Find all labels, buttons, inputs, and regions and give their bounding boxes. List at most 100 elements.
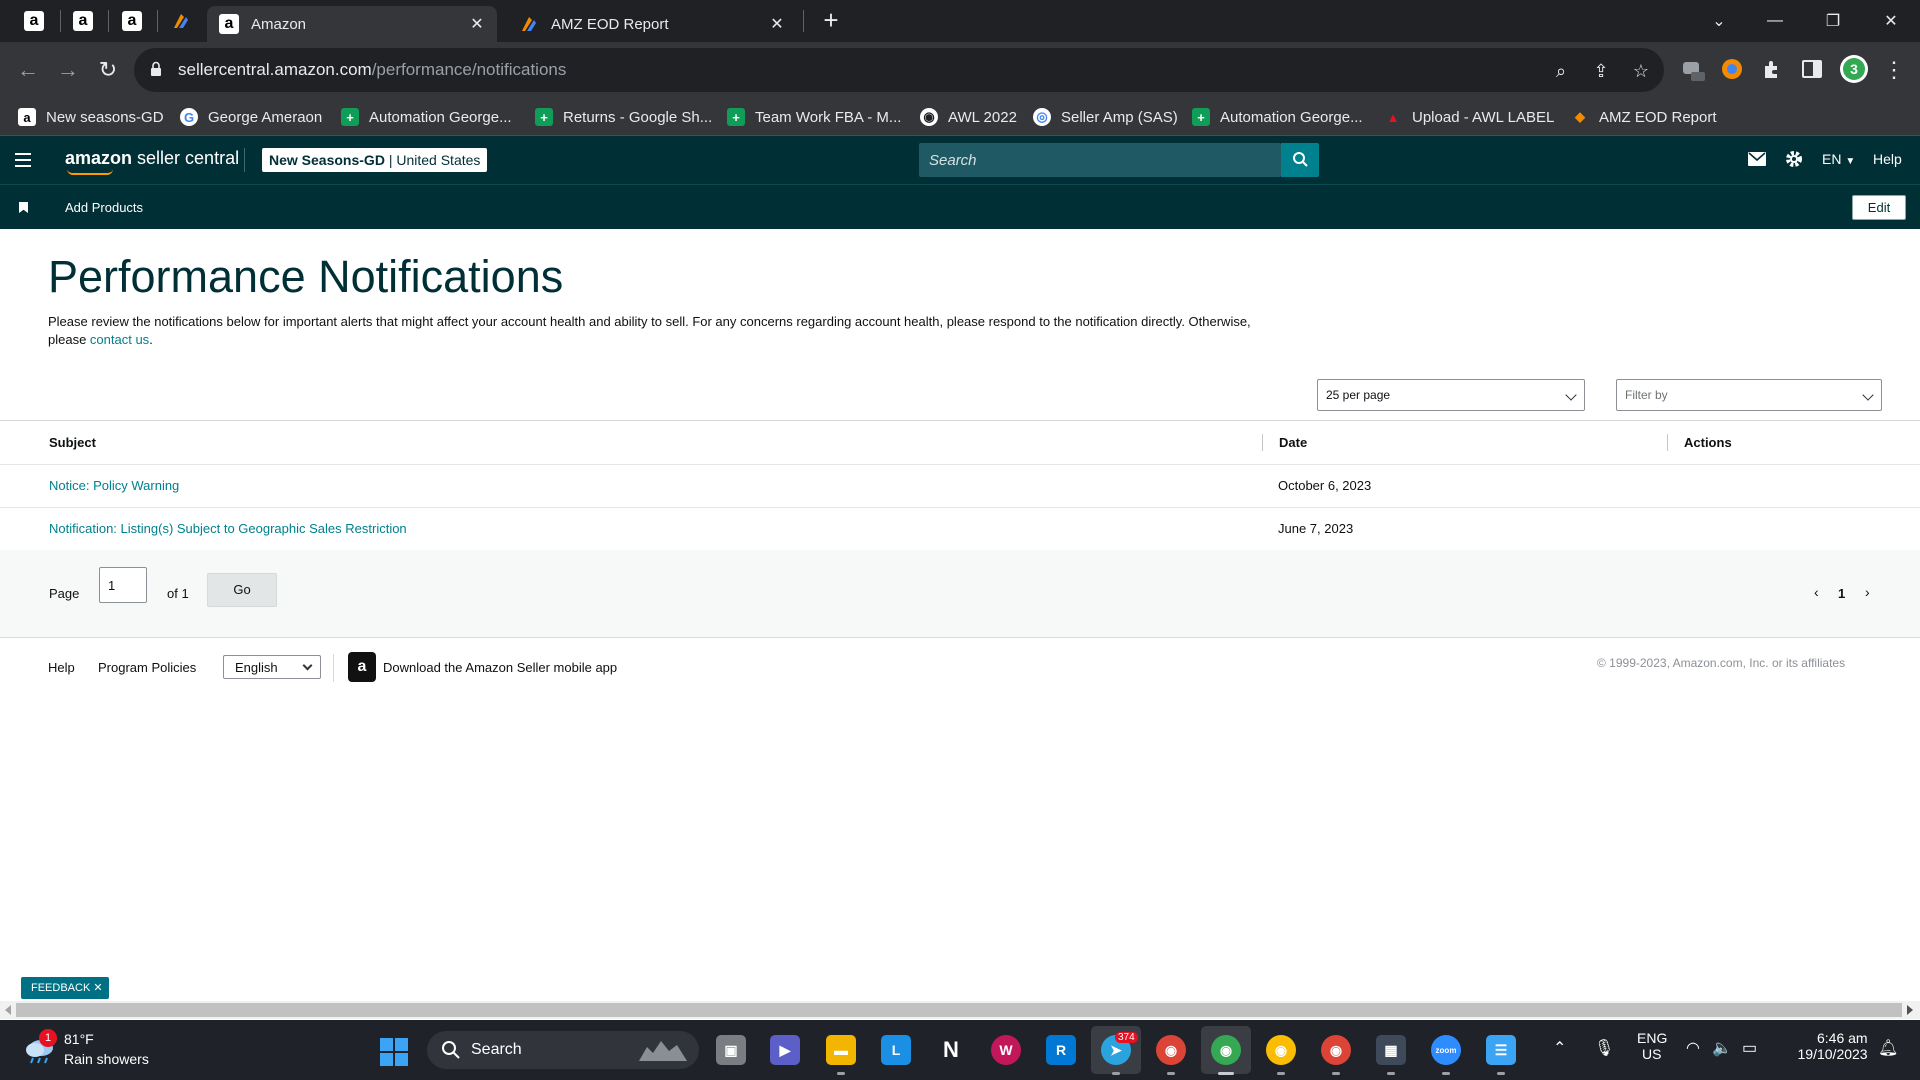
scrollbar-thumb[interactable] (16, 1003, 1902, 1017)
tab-amazon[interactable]: a Amazon ✕ (207, 6, 497, 42)
windows-start-icon[interactable] (380, 1038, 408, 1066)
column-date[interactable]: Date (1279, 421, 1307, 463)
l-app-icon[interactable]: L (881, 1035, 911, 1065)
store-switcher[interactable]: New Seasons-GD | United States (262, 148, 488, 172)
tab-eod-report[interactable]: AMZ EOD Report ✕ (507, 6, 797, 42)
download-app-link[interactable]: Download the Amazon Seller mobile app (383, 660, 617, 675)
search-input[interactable] (919, 143, 1281, 177)
footer-help-link[interactable]: Help (48, 660, 75, 675)
close-window-button[interactable]: ✕ (1868, 0, 1914, 42)
microphone-icon[interactable]: 🎙 (1594, 1038, 1614, 1058)
side-panel-icon[interactable] (1801, 58, 1823, 80)
per-page-select[interactable]: 25 per page (1317, 379, 1585, 411)
bookmark-item[interactable]: a New seasons-GD (18, 107, 164, 127)
chrome-icon[interactable]: ◉ (1211, 1035, 1241, 1065)
help-link[interactable]: Help (1873, 151, 1902, 167)
notification-bell-icon[interactable]: 🔔︎ (1878, 1038, 1898, 1058)
notion-app-icon[interactable]: N (936, 1035, 966, 1065)
amazon-app-icon[interactable]: a (348, 652, 376, 682)
scroll-right-icon[interactable] (1907, 1005, 1913, 1015)
battery-icon[interactable]: ▭ (1742, 1038, 1757, 1058)
extension-off-icon[interactable] (1680, 56, 1706, 82)
page-number-input[interactable] (99, 567, 147, 603)
bookmark-item[interactable]: + Team Work FBA - M... (727, 107, 901, 127)
close-icon[interactable]: ✕ (469, 14, 485, 34)
bookmark-item[interactable]: ▲ Upload - AWL LABEL (1384, 107, 1555, 127)
current-page[interactable]: 1 (1838, 586, 1845, 601)
bookmark-item[interactable]: + Automation George... (1192, 107, 1363, 127)
language-select[interactable]: English (223, 655, 321, 679)
notepad-icon[interactable]: ☰ (1486, 1035, 1516, 1065)
notification-link[interactable]: Notification: Listing(s) Subject to Geog… (49, 521, 407, 536)
bookmark-item[interactable]: + Automation George... (341, 107, 512, 127)
profile-avatar[interactable]: 3 (1839, 54, 1869, 84)
pinned-tab-amazon-2[interactable]: a (59, 0, 107, 42)
input-language[interactable]: ENG US (1637, 1030, 1667, 1062)
extension-orange-icon[interactable] (1721, 58, 1743, 80)
chrome-icon[interactable]: ◉ (1321, 1035, 1351, 1065)
running-indicator (1442, 1072, 1450, 1075)
r-app-icon[interactable]: R (1046, 1035, 1076, 1065)
pinned-tab-report[interactable] (157, 0, 205, 42)
temperature[interactable]: 81°F (64, 1031, 94, 1047)
gear-icon[interactable] (1785, 150, 1803, 168)
task-view-icon[interactable]: ▣ (716, 1035, 746, 1065)
teams-icon[interactable]: ▶ (770, 1035, 800, 1065)
reload-icon[interactable]: ↻ (94, 56, 122, 84)
bookmark-icon[interactable] (19, 202, 28, 213)
new-tab-button[interactable]: + (818, 7, 844, 34)
bookmark-item[interactable]: G George Ameraon (180, 107, 322, 127)
zoom-icon[interactable]: zoom (1431, 1035, 1461, 1065)
menu-icon[interactable] (15, 153, 31, 167)
forward-icon[interactable]: → (54, 56, 82, 84)
pinned-tab-amazon-3[interactable]: a (108, 0, 156, 42)
program-policies-link[interactable]: Program Policies (98, 660, 196, 675)
minimize-button[interactable]: — (1752, 0, 1798, 42)
bookmark-item[interactable]: + Returns - Google Sh... (535, 107, 712, 127)
bookmark-item[interactable]: ◆ AMZ EOD Report (1571, 107, 1717, 127)
edit-button[interactable]: Edit (1852, 195, 1906, 220)
sheets-icon: + (535, 108, 553, 126)
language-switcher[interactable]: EN ▼ (1822, 151, 1855, 167)
pinned-tab-amazon-1[interactable]: a (10, 0, 58, 42)
calculator-icon[interactable]: ▦ (1376, 1035, 1406, 1065)
previous-page-icon[interactable]: ‹ (1814, 584, 1819, 600)
address-bar[interactable]: sellercentral.amazon.com/performance/not… (134, 48, 1664, 92)
close-icon[interactable]: ✕ (93, 982, 102, 994)
back-icon[interactable]: ← (14, 56, 42, 84)
scroll-left-icon[interactable] (5, 1005, 11, 1015)
filter-placeholder: Filter by (1625, 388, 1668, 402)
file-explorer-icon[interactable]: ▬ (826, 1035, 856, 1065)
seller-central-logo[interactable]: amazon seller central (65, 148, 239, 175)
clock[interactable]: 6:46 am 19/10/2023 (1794, 1030, 1868, 1062)
horizontal-scrollbar[interactable] (0, 1001, 1920, 1019)
notification-link[interactable]: Notice: Policy Warning (49, 478, 179, 493)
chrome-icon[interactable]: ◉ (1156, 1035, 1186, 1065)
next-page-icon[interactable]: › (1865, 584, 1870, 600)
zoom-icon[interactable]: ⌕ (1550, 60, 1572, 82)
volume-icon[interactable]: 🔈 (1712, 1038, 1732, 1058)
extensions-puzzle-icon[interactable] (1761, 58, 1783, 80)
tab-search-icon[interactable]: ⌄ (1696, 0, 1742, 42)
bookmark-item[interactable]: ◎ Seller Amp (SAS) (1033, 107, 1178, 127)
taskbar-search[interactable]: Search (427, 1031, 699, 1069)
filter-select[interactable]: Filter by (1616, 379, 1882, 411)
contact-us-link[interactable]: contact us (90, 332, 149, 347)
chrome-menu-icon[interactable]: ⋮ (1880, 56, 1908, 84)
show-hidden-icons-icon[interactable]: ⌃ (1553, 1038, 1566, 1058)
restore-button[interactable]: ❐ (1810, 0, 1856, 42)
close-icon[interactable]: ✕ (769, 14, 785, 34)
search-button[interactable] (1281, 143, 1319, 177)
weather-condition[interactable]: Rain showers (64, 1051, 149, 1067)
column-subject[interactable]: Subject (49, 421, 96, 463)
bookmark-star-icon[interactable]: ☆ (1630, 60, 1652, 82)
bookmark-item[interactable]: ◉ AWL 2022 (920, 107, 1017, 127)
wifi-icon[interactable]: ◠ (1686, 1038, 1700, 1058)
share-icon[interactable]: ⇪ (1590, 60, 1612, 82)
wps-icon[interactable]: W (991, 1035, 1021, 1065)
chrome-icon[interactable]: ◉ (1266, 1035, 1296, 1065)
mail-icon[interactable] (1748, 152, 1766, 166)
feedback-button[interactable]: FEEDBACK ✕ (21, 977, 109, 999)
go-button[interactable]: Go (207, 573, 277, 607)
add-products-link[interactable]: Add Products (65, 200, 143, 215)
